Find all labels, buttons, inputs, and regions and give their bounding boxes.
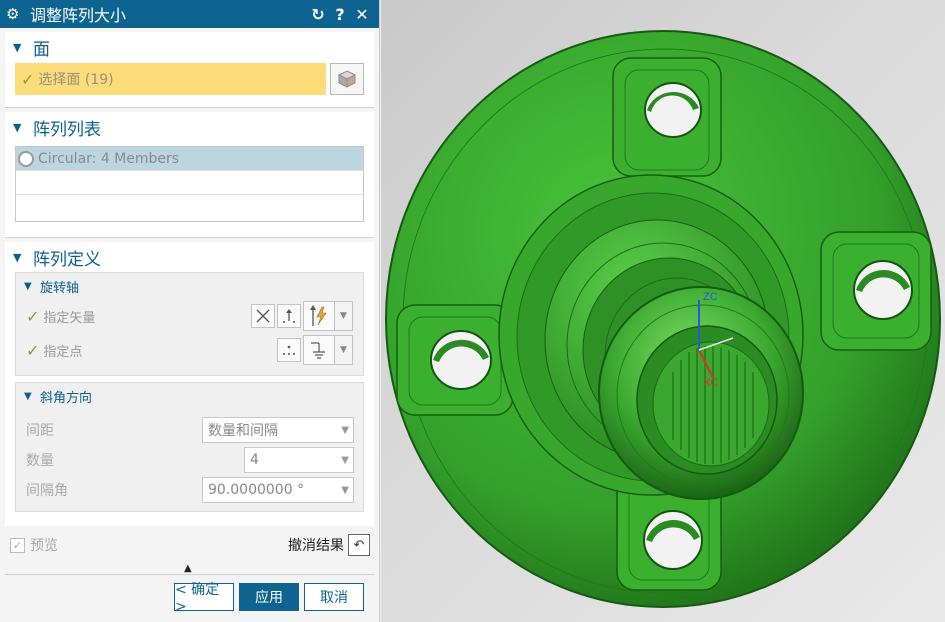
list-item[interactable] bbox=[16, 171, 363, 195]
reset-icon[interactable]: ↻ bbox=[307, 5, 329, 24]
flange-model[interactable]: ZC XC bbox=[381, 0, 945, 622]
divider bbox=[5, 574, 375, 575]
undo-result-button[interactable]: ↶ bbox=[348, 534, 370, 556]
resize-pattern-dialog: ⚙ 调整阵列大小 ↻ ? ✕ ▼ 面 ✓ 选择面 (19) ▼ 阵列列表 Cir… bbox=[0, 0, 380, 622]
spacing-label: 间距 bbox=[26, 423, 54, 439]
preview-row: ✓ 预览 撤消结果 ↶ bbox=[0, 532, 380, 558]
count-row: 数量 4 ▼ bbox=[16, 445, 363, 475]
spacing-select[interactable]: 数量和间隔 ▼ bbox=[202, 417, 354, 443]
pattern-list-title: 阵列列表 bbox=[33, 119, 101, 140]
vector-dropdown-arrow[interactable]: ▼ bbox=[335, 301, 353, 331]
bevel-direction-title: 斜角方向 bbox=[40, 390, 93, 406]
face-group-title: 面 bbox=[33, 39, 50, 60]
collapse-triangle-icon[interactable]: ▼ bbox=[13, 251, 33, 264]
cube-icon bbox=[337, 70, 357, 88]
list-item-label: Circular: 4 Members bbox=[38, 150, 180, 167]
help-icon[interactable]: ? bbox=[329, 5, 351, 24]
pitch-angle-row: 间隔角 90.0000000 ° ▼ bbox=[16, 475, 363, 505]
chevron-down-icon: ▼ bbox=[341, 484, 349, 496]
list-item[interactable]: Circular: 4 Members bbox=[16, 147, 363, 171]
pattern-definition-title: 阵列定义 bbox=[33, 249, 101, 270]
undo-result-label: 撤消结果 bbox=[288, 538, 344, 554]
specify-point-label: 指定点 bbox=[43, 344, 83, 360]
lug-left bbox=[396, 304, 514, 416]
dialog-buttons: < 确定 > 应用 取消 bbox=[0, 582, 380, 615]
inferred-point-button[interactable] bbox=[303, 335, 335, 365]
bevel-direction-section: ▼ 斜角方向 间距 数量和间隔 ▼ 数量 4 ▼ 间隔角 90.0000000 … bbox=[15, 382, 364, 512]
specify-vector-row: ✓ 指定矢量 ▼ bbox=[16, 299, 363, 333]
pattern-definition-group: ▼ 阵列定义 ▼ 旋转轴 ✓ 指定矢量 ▼ ✓ 指定点 ▼ ▼ 斜角方向 间距 … bbox=[5, 242, 374, 526]
reverse-direction-button[interactable] bbox=[251, 304, 275, 328]
gear-icon[interactable]: ⚙ bbox=[6, 5, 24, 23]
specify-vector-label: 指定矢量 bbox=[43, 310, 96, 326]
point-dropdown-arrow[interactable]: ▼ bbox=[335, 335, 353, 365]
collapse-triangle-icon[interactable]: ▼ bbox=[13, 41, 33, 54]
specify-point-row: ✓ 指定点 ▼ bbox=[16, 333, 363, 367]
cross-arrows-icon bbox=[256, 309, 270, 323]
undo-icon: ↶ bbox=[353, 537, 365, 553]
x-axis-label: XC bbox=[703, 377, 718, 389]
graphics-viewport[interactable]: ZC XC bbox=[381, 0, 945, 622]
count-input[interactable]: 4 ▼ bbox=[244, 447, 354, 473]
chevron-down-icon: ▼ bbox=[341, 424, 349, 436]
face-group: ▼ 面 ✓ 选择面 (19) bbox=[5, 32, 374, 108]
pitch-angle-value: 90.0000000 ° bbox=[208, 482, 305, 498]
list-item[interactable] bbox=[16, 195, 363, 219]
collapse-triangle-icon[interactable]: ▼ bbox=[24, 391, 40, 402]
count-label: 数量 bbox=[26, 453, 54, 469]
collapse-triangle-icon[interactable]: ▼ bbox=[13, 121, 33, 134]
dialog-title: 调整阵列大小 bbox=[30, 6, 127, 25]
count-value: 4 bbox=[250, 452, 259, 468]
inferred-vector-button[interactable] bbox=[303, 301, 335, 331]
preview-checkbox[interactable]: ✓ bbox=[10, 537, 25, 553]
pattern-list-header[interactable]: ▼ 阵列列表 bbox=[5, 112, 374, 142]
point-dialog-button[interactable] bbox=[277, 338, 301, 362]
spacing-value: 数量和间隔 bbox=[208, 423, 278, 439]
rotation-axis-section: ▼ 旋转轴 ✓ 指定矢量 ▼ ✓ 指定点 ▼ bbox=[15, 272, 364, 376]
check-icon: ✓ bbox=[26, 340, 40, 360]
z-axis-label: ZC bbox=[703, 291, 718, 303]
close-icon[interactable]: ✕ bbox=[351, 5, 373, 24]
vector-dialog-button[interactable] bbox=[277, 304, 301, 328]
pattern-definition-header[interactable]: ▼ 阵列定义 bbox=[5, 242, 374, 272]
circular-pattern-icon bbox=[18, 150, 34, 167]
vector-icon bbox=[283, 309, 295, 323]
ok-button[interactable]: < 确定 > bbox=[174, 582, 234, 615]
rotation-axis-title: 旋转轴 bbox=[40, 280, 80, 296]
pattern-list-group: ▼ 阵列列表 Circular: 4 Members bbox=[5, 112, 374, 238]
face-group-header[interactable]: ▼ 面 bbox=[5, 32, 374, 62]
cancel-button[interactable]: 取消 bbox=[304, 583, 364, 611]
lightning-vector-icon bbox=[310, 305, 327, 326]
face-filter-button[interactable] bbox=[330, 63, 364, 95]
select-face-row: ✓ 选择面 (19) bbox=[15, 62, 364, 96]
select-face-label: 选择面 (19) bbox=[38, 72, 114, 88]
lug-right bbox=[820, 231, 932, 351]
pitch-angle-input[interactable]: 90.0000000 ° ▼ bbox=[202, 477, 354, 503]
select-face-field[interactable]: ✓ 选择面 (19) bbox=[15, 63, 326, 95]
pattern-list: Circular: 4 Members bbox=[15, 146, 364, 222]
bevel-direction-header[interactable]: ▼ 斜角方向 bbox=[16, 383, 363, 409]
point-icon bbox=[283, 345, 295, 355]
ground-point-icon bbox=[311, 342, 325, 359]
spacing-row: 间距 数量和间隔 ▼ bbox=[16, 415, 363, 445]
lug-top bbox=[612, 57, 722, 177]
apply-button[interactable]: 应用 bbox=[239, 583, 299, 611]
rotation-axis-header[interactable]: ▼ 旋转轴 bbox=[16, 273, 363, 299]
chevron-down-icon: ▼ bbox=[341, 454, 349, 466]
pitch-angle-label: 间隔角 bbox=[26, 483, 68, 499]
check-icon: ✓ bbox=[26, 306, 40, 326]
collapse-triangle-icon[interactable]: ▼ bbox=[24, 281, 40, 292]
preview-label: 预览 bbox=[30, 538, 58, 554]
collapse-up-icon[interactable]: ▲ bbox=[184, 563, 192, 574]
dialog-titlebar: ⚙ 调整阵列大小 ↻ ? ✕ bbox=[0, 0, 379, 28]
check-icon: ✓ bbox=[21, 69, 35, 89]
